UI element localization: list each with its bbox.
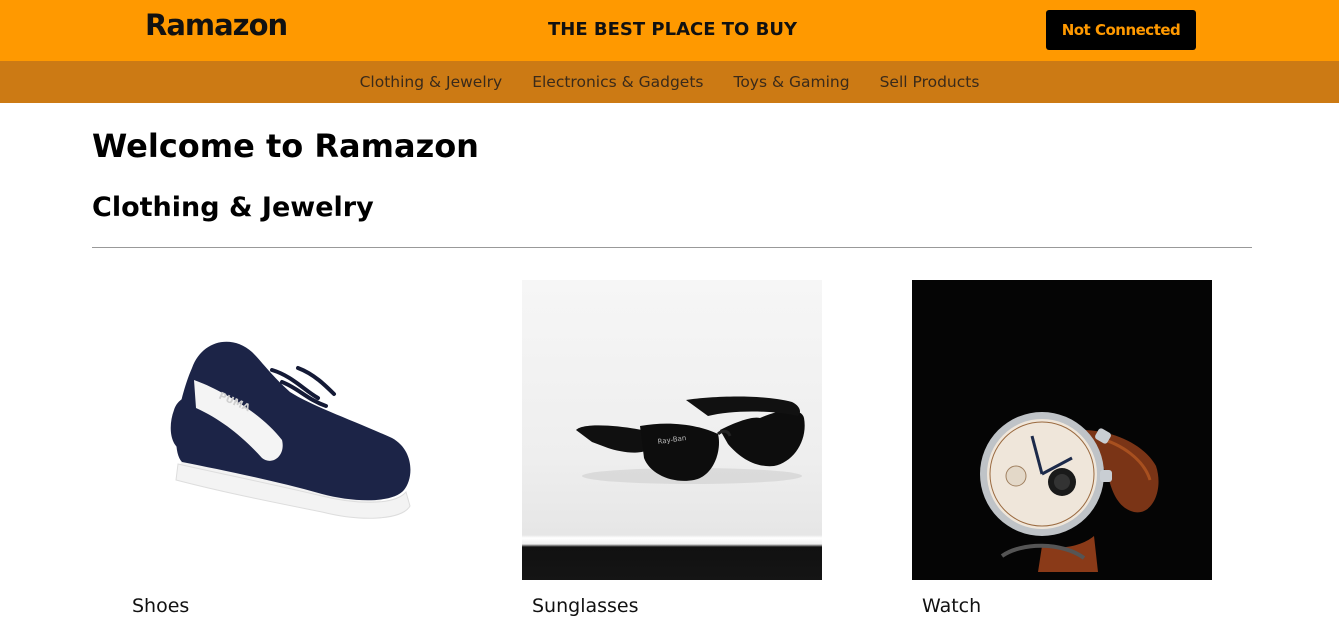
product-name[interactable]: Watch [922,595,981,617]
product-name[interactable]: Sunglasses [532,595,639,617]
section-title: Clothing & Jewelry [92,192,374,223]
top-header: Ramazon THE BEST PLACE TO BUY Not Connec… [0,0,1339,61]
site-logo[interactable]: Ramazon [145,8,288,42]
page-title: Welcome to Ramazon [92,127,479,165]
product-card[interactable]: Ray-Ban Sunglasses [522,280,822,617]
category-nav: Clothing & Jewelry Electronics & Gadgets… [0,61,1339,103]
sunglasses-image[interactable]: Ray-Ban [522,280,822,580]
nav-sell-products[interactable]: Sell Products [880,73,980,91]
nav-electronics-gadgets[interactable]: Electronics & Gadgets [532,73,703,91]
product-name[interactable]: Shoes [132,595,189,617]
product-card[interactable]: PUMA Shoes [122,280,422,617]
product-card[interactable]: Watch [912,280,1212,617]
sneaker-image[interactable]: PUMA [122,280,422,580]
nav-clothing-jewelry[interactable]: Clothing & Jewelry [360,73,503,91]
section-divider [92,247,1252,248]
watch-image[interactable] [912,280,1212,580]
wallet-connect-button[interactable]: Not Connected [1046,10,1196,50]
site-tagline: THE BEST PLACE TO BUY [547,19,797,40]
nav-toys-gaming[interactable]: Toys & Gaming [733,73,849,91]
